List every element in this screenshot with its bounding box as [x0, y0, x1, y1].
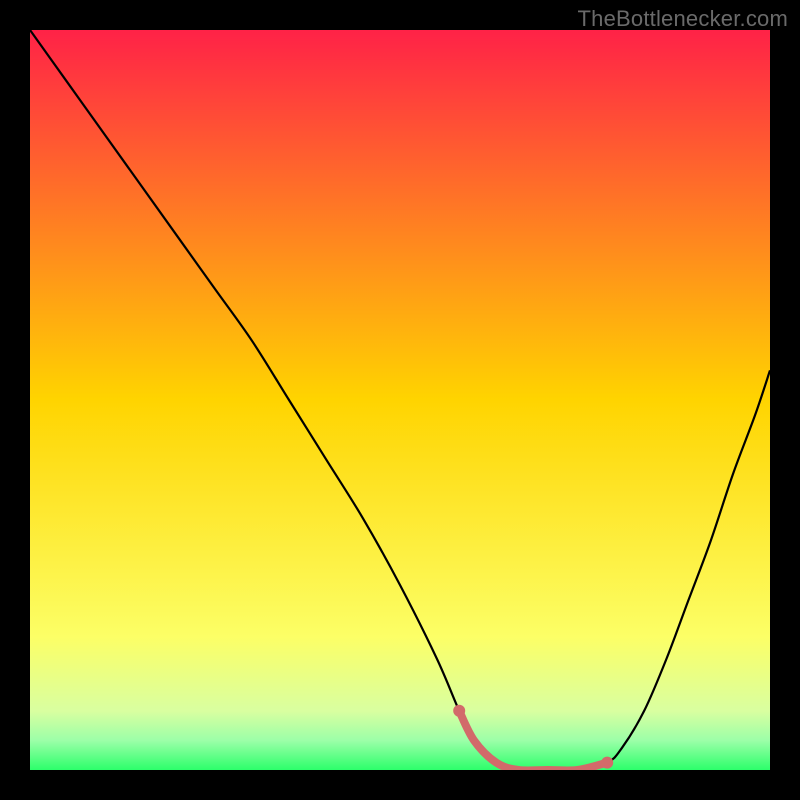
chart-background-gradient [30, 30, 770, 770]
highlight-dot [601, 757, 613, 769]
highlight-dot [453, 705, 465, 717]
chart-container: TheBottlenecker.com [0, 0, 800, 800]
chart-plot [30, 30, 770, 770]
chart-svg [30, 30, 770, 770]
watermark-text: TheBottlenecker.com [578, 6, 788, 32]
